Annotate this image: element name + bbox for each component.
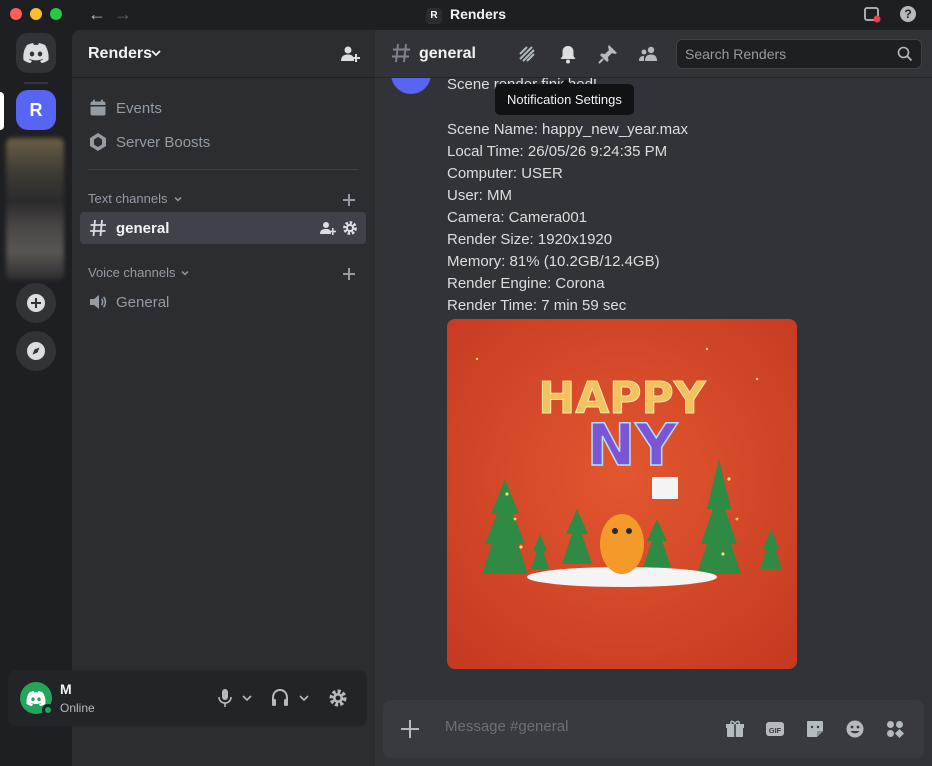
apps-icon[interactable] (885, 719, 905, 739)
message-input[interactable] (445, 718, 705, 735)
channel-item-general[interactable]: general (80, 212, 366, 244)
channel-header: general (375, 30, 932, 78)
detail-line: Computer: USER (447, 165, 563, 182)
window-title: R Renders (0, 6, 932, 24)
calendar-icon (88, 98, 108, 118)
category-text-channels[interactable]: Text channels (88, 191, 183, 206)
detail-line: Scene Name: happy_new_year.max (447, 121, 688, 138)
bell-icon[interactable] (558, 44, 578, 64)
server-rail: R (0, 30, 72, 766)
online-status-dot (42, 704, 54, 716)
pin-icon[interactable] (598, 44, 618, 64)
hashtag-icon (88, 218, 108, 238)
detail-line: Render Time: 7 min 59 sec (447, 297, 627, 314)
chevron-down-icon[interactable] (241, 688, 253, 708)
voice-channel-general[interactable]: General (80, 286, 366, 318)
chevron-down-icon (173, 196, 182, 202)
channel-label: General (116, 293, 170, 311)
sidebar-item-server-boosts[interactable]: Server Boosts (80, 126, 366, 158)
chevron-down-icon (181, 270, 189, 276)
category-voice-channels[interactable]: Voice channels (88, 265, 190, 280)
detail-line: User: MM (447, 187, 512, 204)
sidebar-item-label: Server Boosts (116, 133, 211, 151)
sidebar-item-events[interactable]: Events (80, 92, 366, 124)
detail-line: Local Time: 26/05/26 9:24:35 PM (447, 143, 668, 160)
channel-title: general (419, 45, 476, 62)
gear-icon[interactable] (342, 220, 358, 236)
headphones-icon[interactable] (270, 688, 290, 708)
message-composer: GIF (383, 700, 924, 758)
create-channel-plus-icon[interactable] (342, 193, 356, 207)
home-button[interactable] (16, 33, 56, 73)
channel-sidebar: Renders Events Server Boosts Text channe… (72, 30, 375, 766)
svg-text:?: ? (904, 7, 911, 21)
detail-line: Render Size: 1920x1920 (447, 231, 613, 248)
user-panel: M Online (8, 670, 367, 726)
discord-logo-icon (23, 43, 49, 63)
window-title-text: Renders (449, 6, 507, 22)
notification-settings-tooltip: Notification Settings (495, 79, 634, 115)
search-input[interactable] (685, 44, 885, 64)
discover-button[interactable] (16, 331, 56, 371)
blurred-server-list[interactable] (6, 138, 64, 280)
rail-separator (24, 82, 48, 84)
sticker-icon[interactable] (805, 719, 825, 739)
boost-icon (88, 132, 108, 152)
inbox-icon[interactable] (863, 5, 881, 23)
member-list-icon[interactable] (638, 44, 658, 64)
hashtag-icon (392, 43, 410, 63)
user-settings-gear-icon[interactable] (328, 688, 348, 708)
title-bar: ← → R Renders ? (0, 0, 932, 30)
server-chip: R (425, 8, 442, 24)
channel-actions (320, 220, 358, 236)
threads-icon[interactable] (517, 44, 537, 64)
speaker-icon (88, 292, 108, 312)
render-image: HAPPY NY (447, 319, 797, 669)
compass-icon (27, 342, 45, 360)
create-channel-plus-icon[interactable] (342, 267, 356, 281)
search-box[interactable] (676, 39, 922, 69)
detail-line: Camera: Camera001 (447, 209, 588, 226)
user-status-text: Online (60, 701, 95, 715)
server-icon-renders[interactable]: R (16, 90, 56, 130)
active-server-indicator (0, 92, 4, 130)
add-server-button[interactable] (16, 283, 56, 323)
server-name: Renders (88, 45, 153, 62)
image-text-ny: NY (587, 411, 679, 479)
channel-label: general (116, 219, 170, 237)
user-name: M (60, 681, 72, 697)
category-label: Voice channels (88, 265, 176, 280)
chat-area: general Notification Settings Scene rend… (375, 30, 932, 766)
gif-icon[interactable]: GIF (765, 719, 785, 739)
search-icon (897, 46, 913, 62)
message-details: Scene Name: happy_new_year.max Local Tim… (447, 119, 688, 317)
invite-icon[interactable] (320, 220, 336, 236)
chevron-down-icon[interactable] (298, 688, 310, 708)
discord-logo-icon (26, 690, 46, 706)
emoji-icon[interactable] (845, 719, 865, 739)
server-header[interactable]: Renders (72, 30, 375, 78)
attach-plus-icon[interactable] (399, 718, 421, 740)
sidebar-item-label: Events (116, 99, 162, 117)
gift-icon[interactable] (725, 719, 745, 739)
help-icon[interactable]: ? (899, 5, 917, 23)
detail-line: Memory: 81% (10.2GB/12.4GB) (447, 253, 660, 270)
invite-people-icon[interactable] (340, 44, 360, 64)
plus-circle-icon (27, 294, 45, 312)
detail-line: Render Engine: Corona (447, 275, 605, 292)
sidebar-divider (88, 169, 358, 170)
category-label: Text channels (88, 191, 168, 206)
chevron-down-icon (151, 50, 161, 57)
svg-text:GIF: GIF (769, 726, 782, 735)
microphone-icon[interactable] (215, 688, 235, 708)
render-image-attachment[interactable]: HAPPY NY (447, 319, 797, 669)
